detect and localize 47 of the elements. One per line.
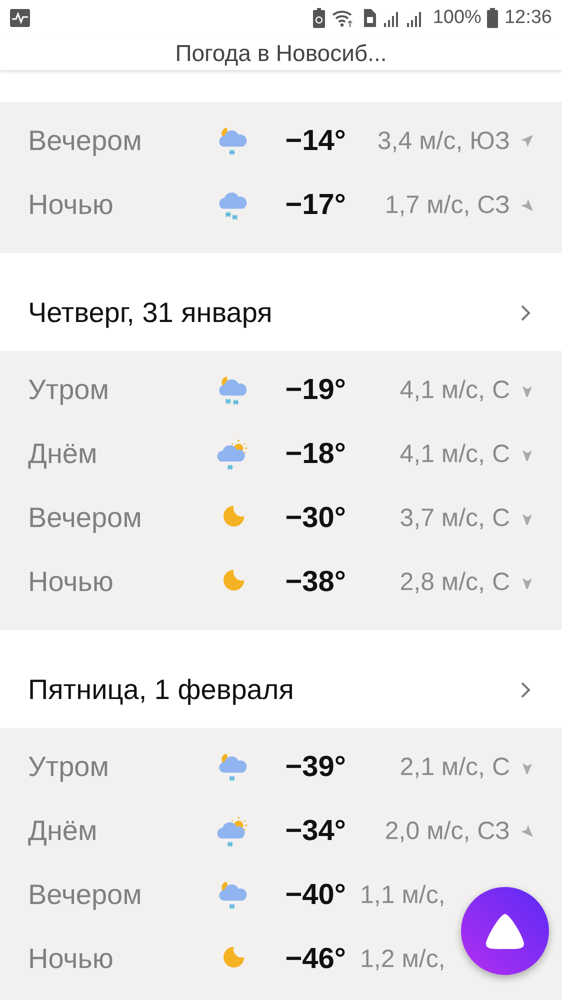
temperature: −17° bbox=[285, 188, 346, 222]
time-of-day: Вечером bbox=[28, 879, 208, 911]
wind-speed: 4,1 м/с, С bbox=[400, 376, 510, 404]
chevron-icon bbox=[520, 303, 532, 323]
wind-speed: 1,1 м/с, bbox=[359, 880, 446, 910]
wind-speed: 3,7 м/с, С bbox=[400, 504, 510, 532]
temperature: −40° bbox=[285, 878, 346, 912]
wind-direction-icon bbox=[520, 134, 534, 148]
day-header[interactable]: Пятница, 1 февраля bbox=[0, 630, 562, 728]
time-of-day: Ночью bbox=[28, 943, 208, 975]
battery-icon bbox=[487, 8, 498, 28]
wifi-icon bbox=[330, 8, 355, 28]
wind-speed: 2,1 м/с, С bbox=[400, 752, 510, 782]
time-of-day: Днём bbox=[28, 438, 208, 470]
wind-speed: 2,0 м/с, СЗ bbox=[384, 816, 510, 846]
temperature: −34° bbox=[285, 814, 346, 848]
wind-direction-icon bbox=[520, 824, 534, 838]
temperature: −46° bbox=[285, 942, 346, 976]
activity-icon bbox=[10, 9, 30, 27]
time-of-day: Ночью bbox=[28, 189, 208, 221]
time-of-day: Днём bbox=[28, 815, 208, 847]
temperature: −19° bbox=[285, 374, 346, 406]
temperature: −30° bbox=[285, 502, 346, 534]
time-of-day: Утром bbox=[28, 751, 208, 783]
temperature: −38° bbox=[285, 566, 346, 598]
clock: 12:36 bbox=[504, 7, 552, 29]
time-of-day: Вечером bbox=[28, 502, 208, 534]
assistant-icon bbox=[484, 912, 526, 950]
weather-icon bbox=[215, 814, 249, 848]
wind-direction-icon bbox=[520, 198, 534, 212]
day-header[interactable]: Четверг, 31 января bbox=[0, 253, 562, 351]
time-of-day: Вечером bbox=[28, 125, 208, 157]
wind-speed: 1,2 м/с, bbox=[359, 944, 446, 974]
weather-icon bbox=[215, 437, 249, 471]
time-of-day: Ночью bbox=[28, 566, 208, 598]
wind-speed: 3,4 м/с, ЮЗ bbox=[377, 126, 510, 156]
wind-speed: 4,1 м/с, С bbox=[400, 440, 510, 468]
battery-saver-icon bbox=[312, 8, 325, 28]
wind-speed: 1,7 м/с, СЗ bbox=[384, 190, 510, 220]
temperature: −39° bbox=[285, 750, 346, 784]
battery-percent: 100% bbox=[432, 7, 482, 29]
time-of-day: Утром bbox=[28, 374, 208, 406]
page-title: Погода в Новосиб... bbox=[175, 40, 387, 66]
temperature: −14° bbox=[285, 124, 346, 158]
chevron-icon bbox=[520, 680, 532, 700]
temperature: −18° bbox=[285, 438, 346, 470]
wind-speed: 2,8 м/с, С bbox=[400, 568, 510, 596]
